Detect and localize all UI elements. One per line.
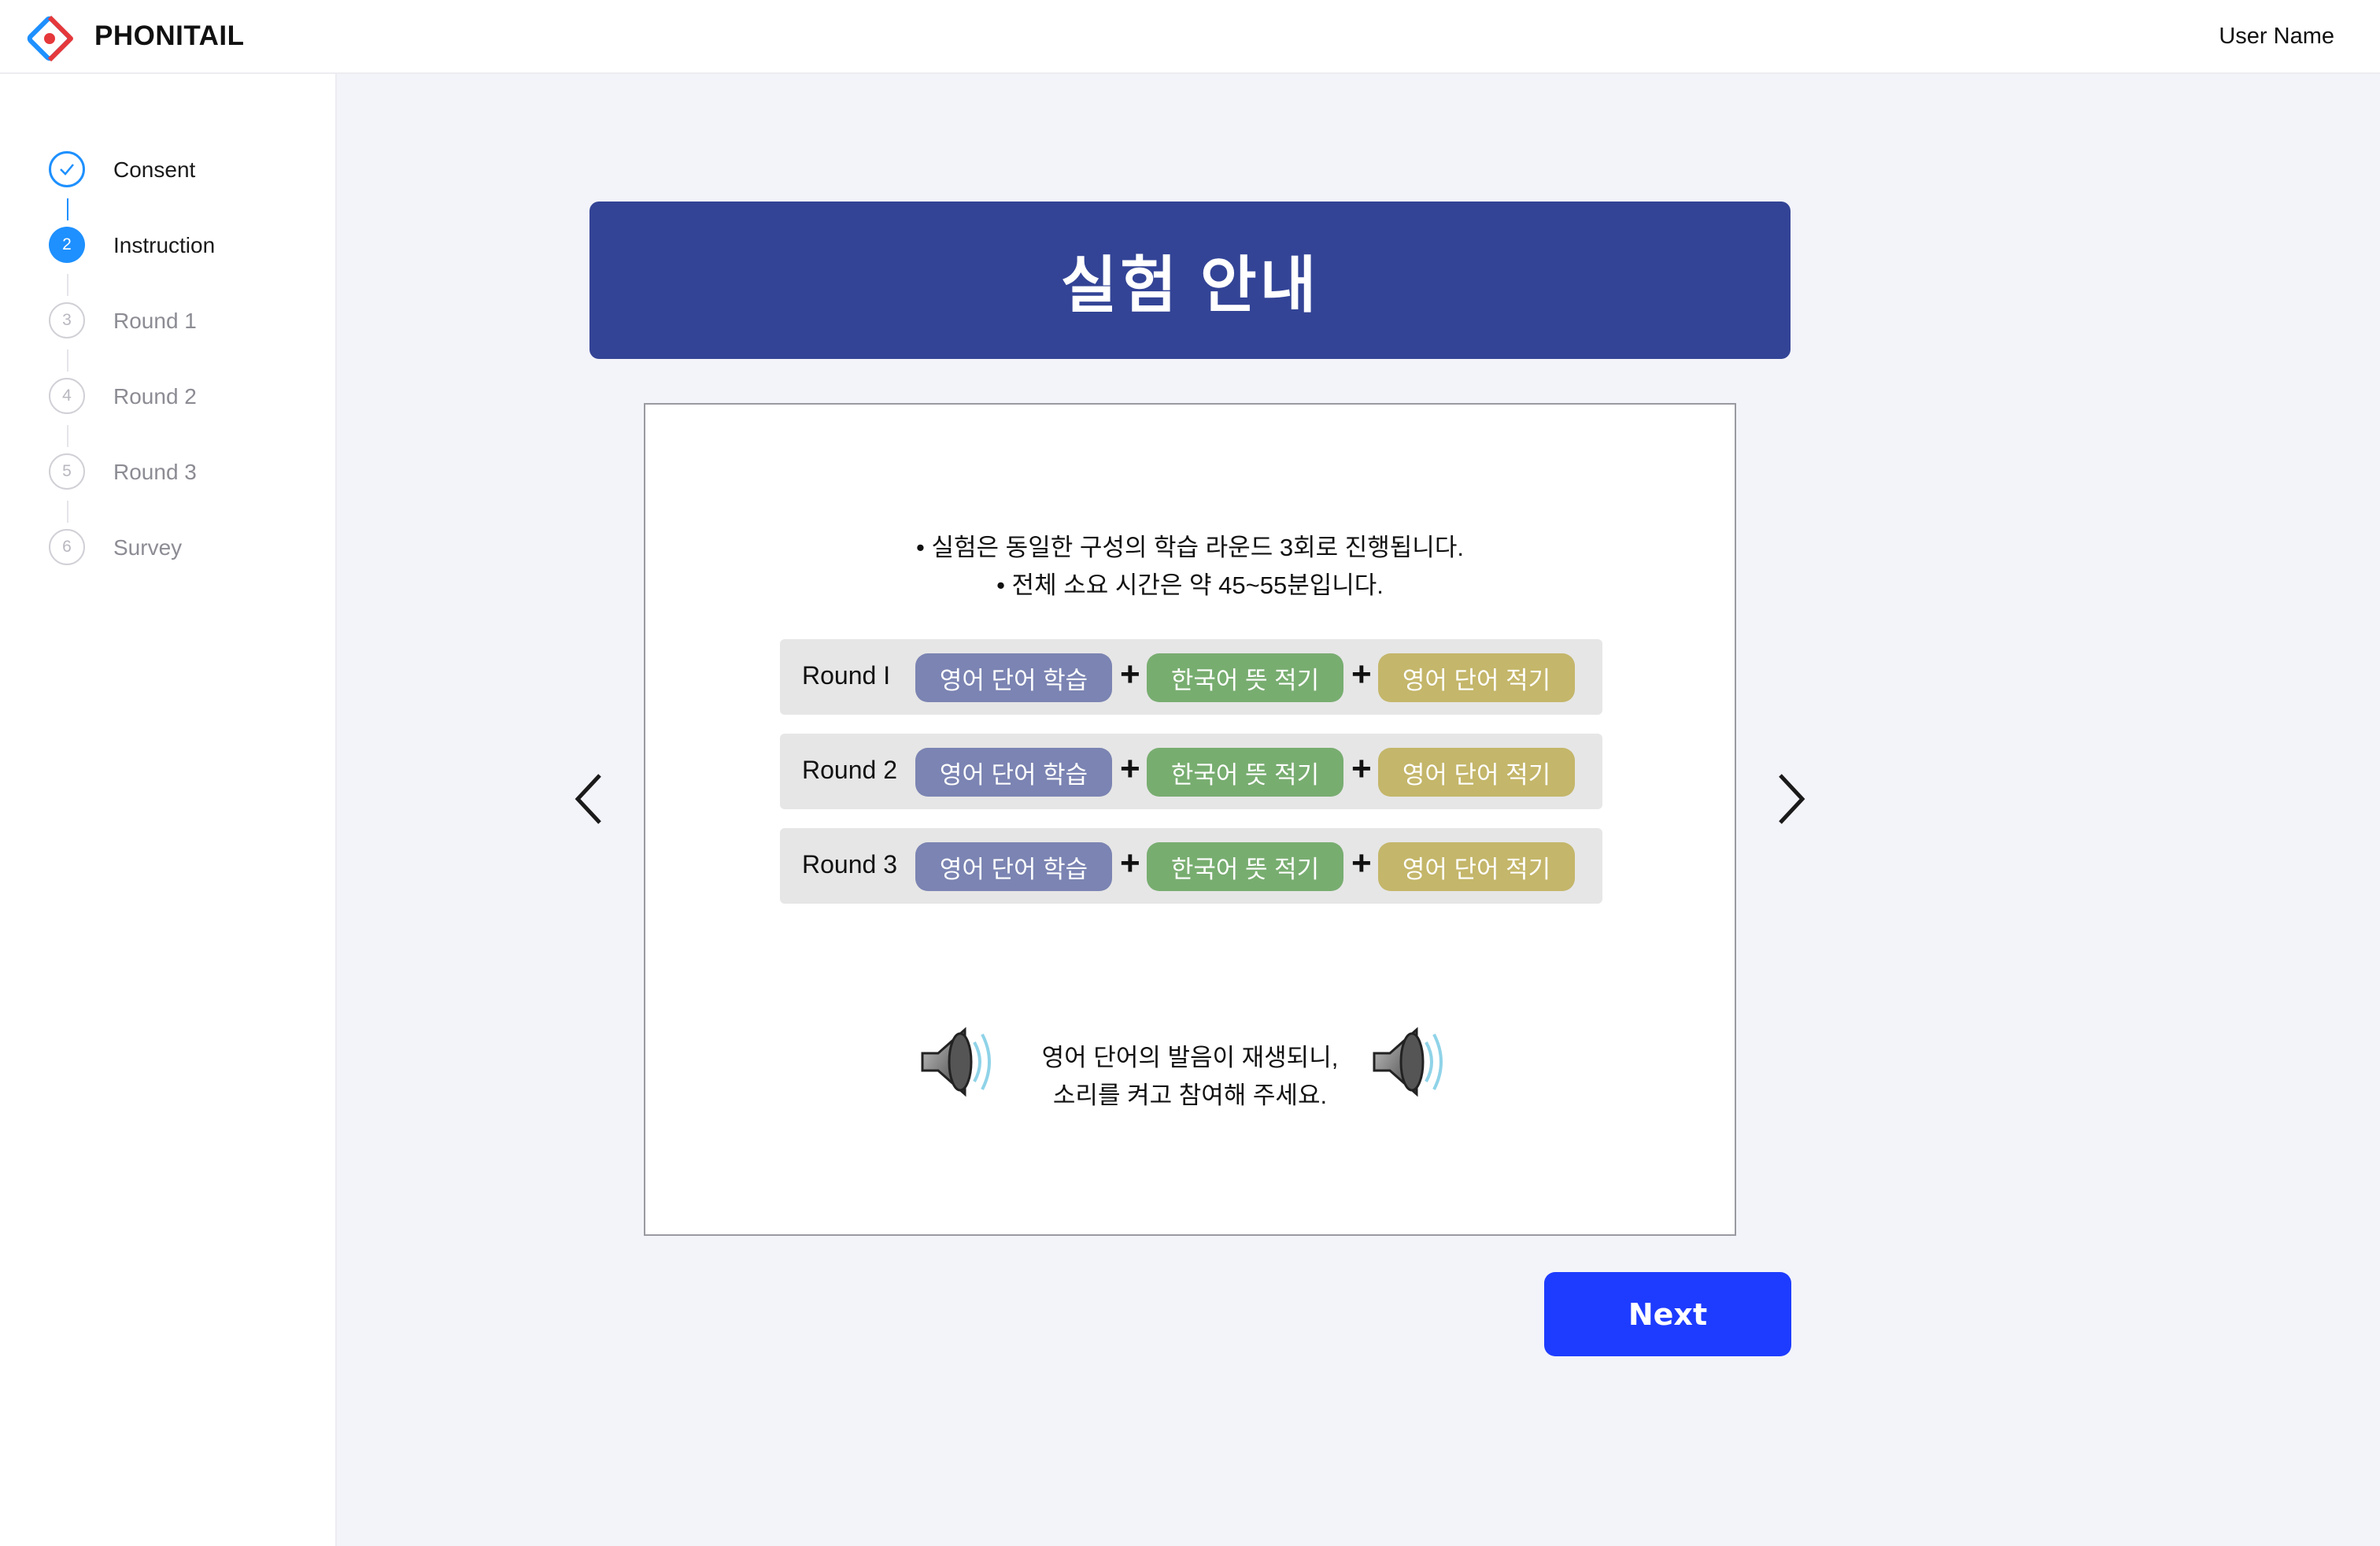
step-pill-english: 영어 단어 적기 <box>1378 748 1575 797</box>
instruction-slide: • 실험은 동일한 구성의 학습 라운드 3회로 진행됩니다. • 전체 소요 … <box>644 403 1736 1236</box>
sound-notice-line: 소리를 켜고 참여해 주세요. <box>1052 1082 1328 1109</box>
sidebar-step-instruction[interactable]: 2 Instruction <box>49 227 316 266</box>
plus-sign: + <box>1120 844 1140 882</box>
sidebar-step-round-1[interactable]: 3 Round 1 <box>49 302 316 342</box>
plus-sign: + <box>1351 844 1372 882</box>
step-connector <box>67 274 68 296</box>
step-pill-learn: 영어 단어 학습 <box>915 842 1112 891</box>
plus-sign: + <box>1120 655 1140 693</box>
step-pill-learn: 영어 단어 학습 <box>915 748 1112 797</box>
plus-sign: + <box>1120 749 1140 788</box>
step-number-badge: 3 <box>49 302 85 338</box>
sound-notice-line: 영어 단어의 발음이 재생되니, <box>1041 1044 1339 1071</box>
chevron-right-icon[interactable] <box>1768 767 1815 830</box>
check-icon <box>49 151 85 187</box>
sidebar-step-label: Consent <box>113 157 196 182</box>
step-number-badge: 5 <box>49 453 85 490</box>
sidebar-step-round-3[interactable]: 5 Round 3 <box>49 453 316 493</box>
plus-sign: + <box>1351 749 1372 788</box>
progress-sidebar: Consent 2 Instruction 3 Round 1 4 Round … <box>0 74 337 1546</box>
step-number-badge: 6 <box>49 529 85 565</box>
step-pill-english: 영어 단어 적기 <box>1378 842 1575 891</box>
sidebar-step-round-2[interactable]: 4 Round 2 <box>49 378 316 417</box>
chevron-left-icon[interactable] <box>565 767 612 830</box>
plus-sign: + <box>1351 655 1372 693</box>
page-title-banner: 실험 안내 <box>589 202 1791 359</box>
step-connector <box>67 350 68 372</box>
sidebar-step-label: Survey <box>113 535 183 560</box>
next-button[interactable]: Next <box>1544 1272 1791 1356</box>
step-connector <box>67 501 68 523</box>
logo-icon <box>27 15 73 62</box>
step-pill-learn: 영어 단어 학습 <box>915 653 1112 702</box>
step-pill-korean: 한국어 뜻 적기 <box>1147 842 1343 891</box>
step-pill-english: 영어 단어 적기 <box>1378 653 1575 702</box>
round-label: Round 2 <box>802 756 897 784</box>
sidebar-step-label: Round 3 <box>113 460 197 484</box>
step-number-badge: 2 <box>49 227 85 263</box>
round-label: Round 3 <box>802 850 897 878</box>
instruction-bullet: • 실험은 동일한 구성의 학습 라운드 3회로 진행됩니다. <box>916 534 1464 561</box>
page-title: 실험 안내 <box>1060 250 1320 320</box>
step-connector <box>67 198 68 220</box>
sidebar-step-label: Round 2 <box>113 384 197 409</box>
round-label: Round I <box>802 661 891 690</box>
round-row: Round 3 영어 단어 학습 + 한국어 뜻 적기 + 영어 단어 적기 <box>780 828 1602 904</box>
sidebar-step-consent[interactable]: Consent <box>49 151 316 190</box>
brand-name: PHONITAIL <box>94 20 245 51</box>
step-pill-korean: 한국어 뜻 적기 <box>1147 653 1343 702</box>
step-pill-korean: 한국어 뜻 적기 <box>1147 748 1343 797</box>
top-header: PHONITAIL User Name <box>0 0 2380 74</box>
step-number-badge: 4 <box>49 378 85 414</box>
sidebar-step-label: Instruction <box>113 233 216 257</box>
user-name[interactable]: User Name <box>2219 24 2334 50</box>
instruction-bullet: • 전체 소요 시간은 약 45~55분입니다. <box>996 571 1384 599</box>
round-row: Round 2 영어 단어 학습 + 한국어 뜻 적기 + 영어 단어 적기 <box>780 734 1602 809</box>
step-connector <box>67 425 68 447</box>
sidebar-step-label: Round 1 <box>113 309 197 333</box>
round-row: Round I 영어 단어 학습 + 한국어 뜻 적기 + 영어 단어 적기 <box>780 639 1602 715</box>
sidebar-step-survey[interactable]: 6 Survey <box>49 529 316 568</box>
